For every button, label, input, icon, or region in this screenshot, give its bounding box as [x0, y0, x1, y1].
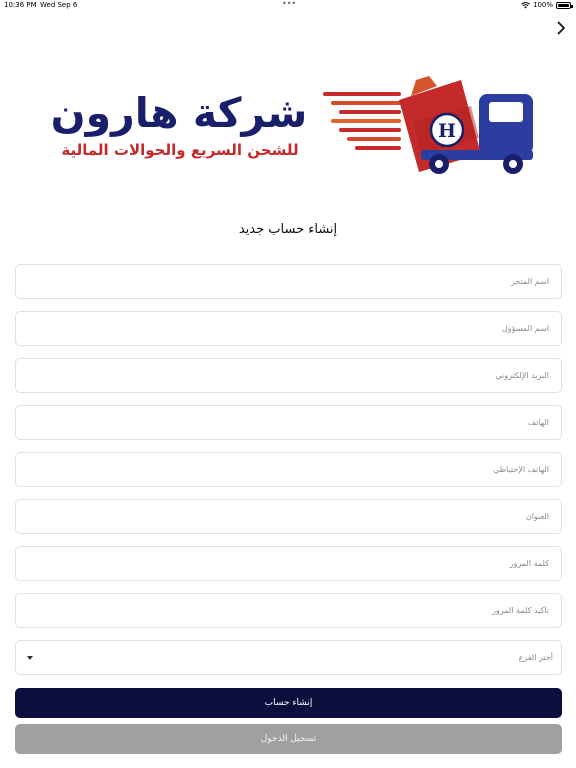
page-title: إنشاء حساب جديد [238, 222, 338, 237]
status-indicators: 100% [521, 1, 573, 9]
phone-field[interactable] [15, 405, 562, 440]
battery-level-fill [558, 3, 569, 7]
truck-window [489, 102, 523, 122]
backup-phone-field[interactable] [15, 452, 562, 487]
truck-emblem-letter: H [438, 120, 456, 142]
manager-name-field[interactable] [15, 311, 562, 346]
password-input[interactable] [16, 547, 561, 580]
address-field[interactable] [15, 499, 562, 534]
battery-icon [556, 1, 573, 9]
logo-company-name: شركة هارون [50, 89, 308, 137]
battery-percent: 100% [532, 1, 553, 9]
multitask-dots-icon[interactable]: ••• [282, 0, 296, 8]
chevron-right-icon[interactable] [554, 20, 568, 36]
backup-phone-input[interactable] [16, 453, 561, 486]
store-name-field[interactable] [15, 264, 562, 299]
store-name-input[interactable] [16, 265, 561, 298]
logo-tagline: للشحن السريع والحوالات المالية [61, 141, 299, 159]
branch-select-placeholder: أختر الفرع [518, 653, 553, 662]
delivery-truck-icon: H [323, 76, 533, 174]
email-input[interactable] [16, 359, 561, 392]
create-account-button[interactable]: إنشاء حساب [15, 688, 562, 718]
company-logo: شركة هارون للشحن السريع والحوالات المالي… [36, 72, 541, 180]
email-field[interactable] [15, 358, 562, 393]
status-time: 10:36 PM [4, 1, 37, 9]
address-input[interactable] [16, 500, 561, 533]
speed-lines [323, 92, 401, 150]
phone-input[interactable] [16, 406, 561, 439]
status-date: Wed Sep 6 [40, 1, 78, 9]
confirm-password-field[interactable] [15, 593, 562, 628]
login-button[interactable]: تسجيل الدخول [15, 724, 562, 754]
status-bar: 10:36 PM Wed Sep 6 ••• 100% [0, 0, 576, 12]
confirm-password-input[interactable] [16, 594, 561, 627]
wifi-icon [521, 1, 530, 8]
manager-name-input[interactable] [16, 312, 561, 345]
branch-select[interactable]: أختر الفرع [15, 640, 562, 675]
password-field[interactable] [15, 546, 562, 581]
